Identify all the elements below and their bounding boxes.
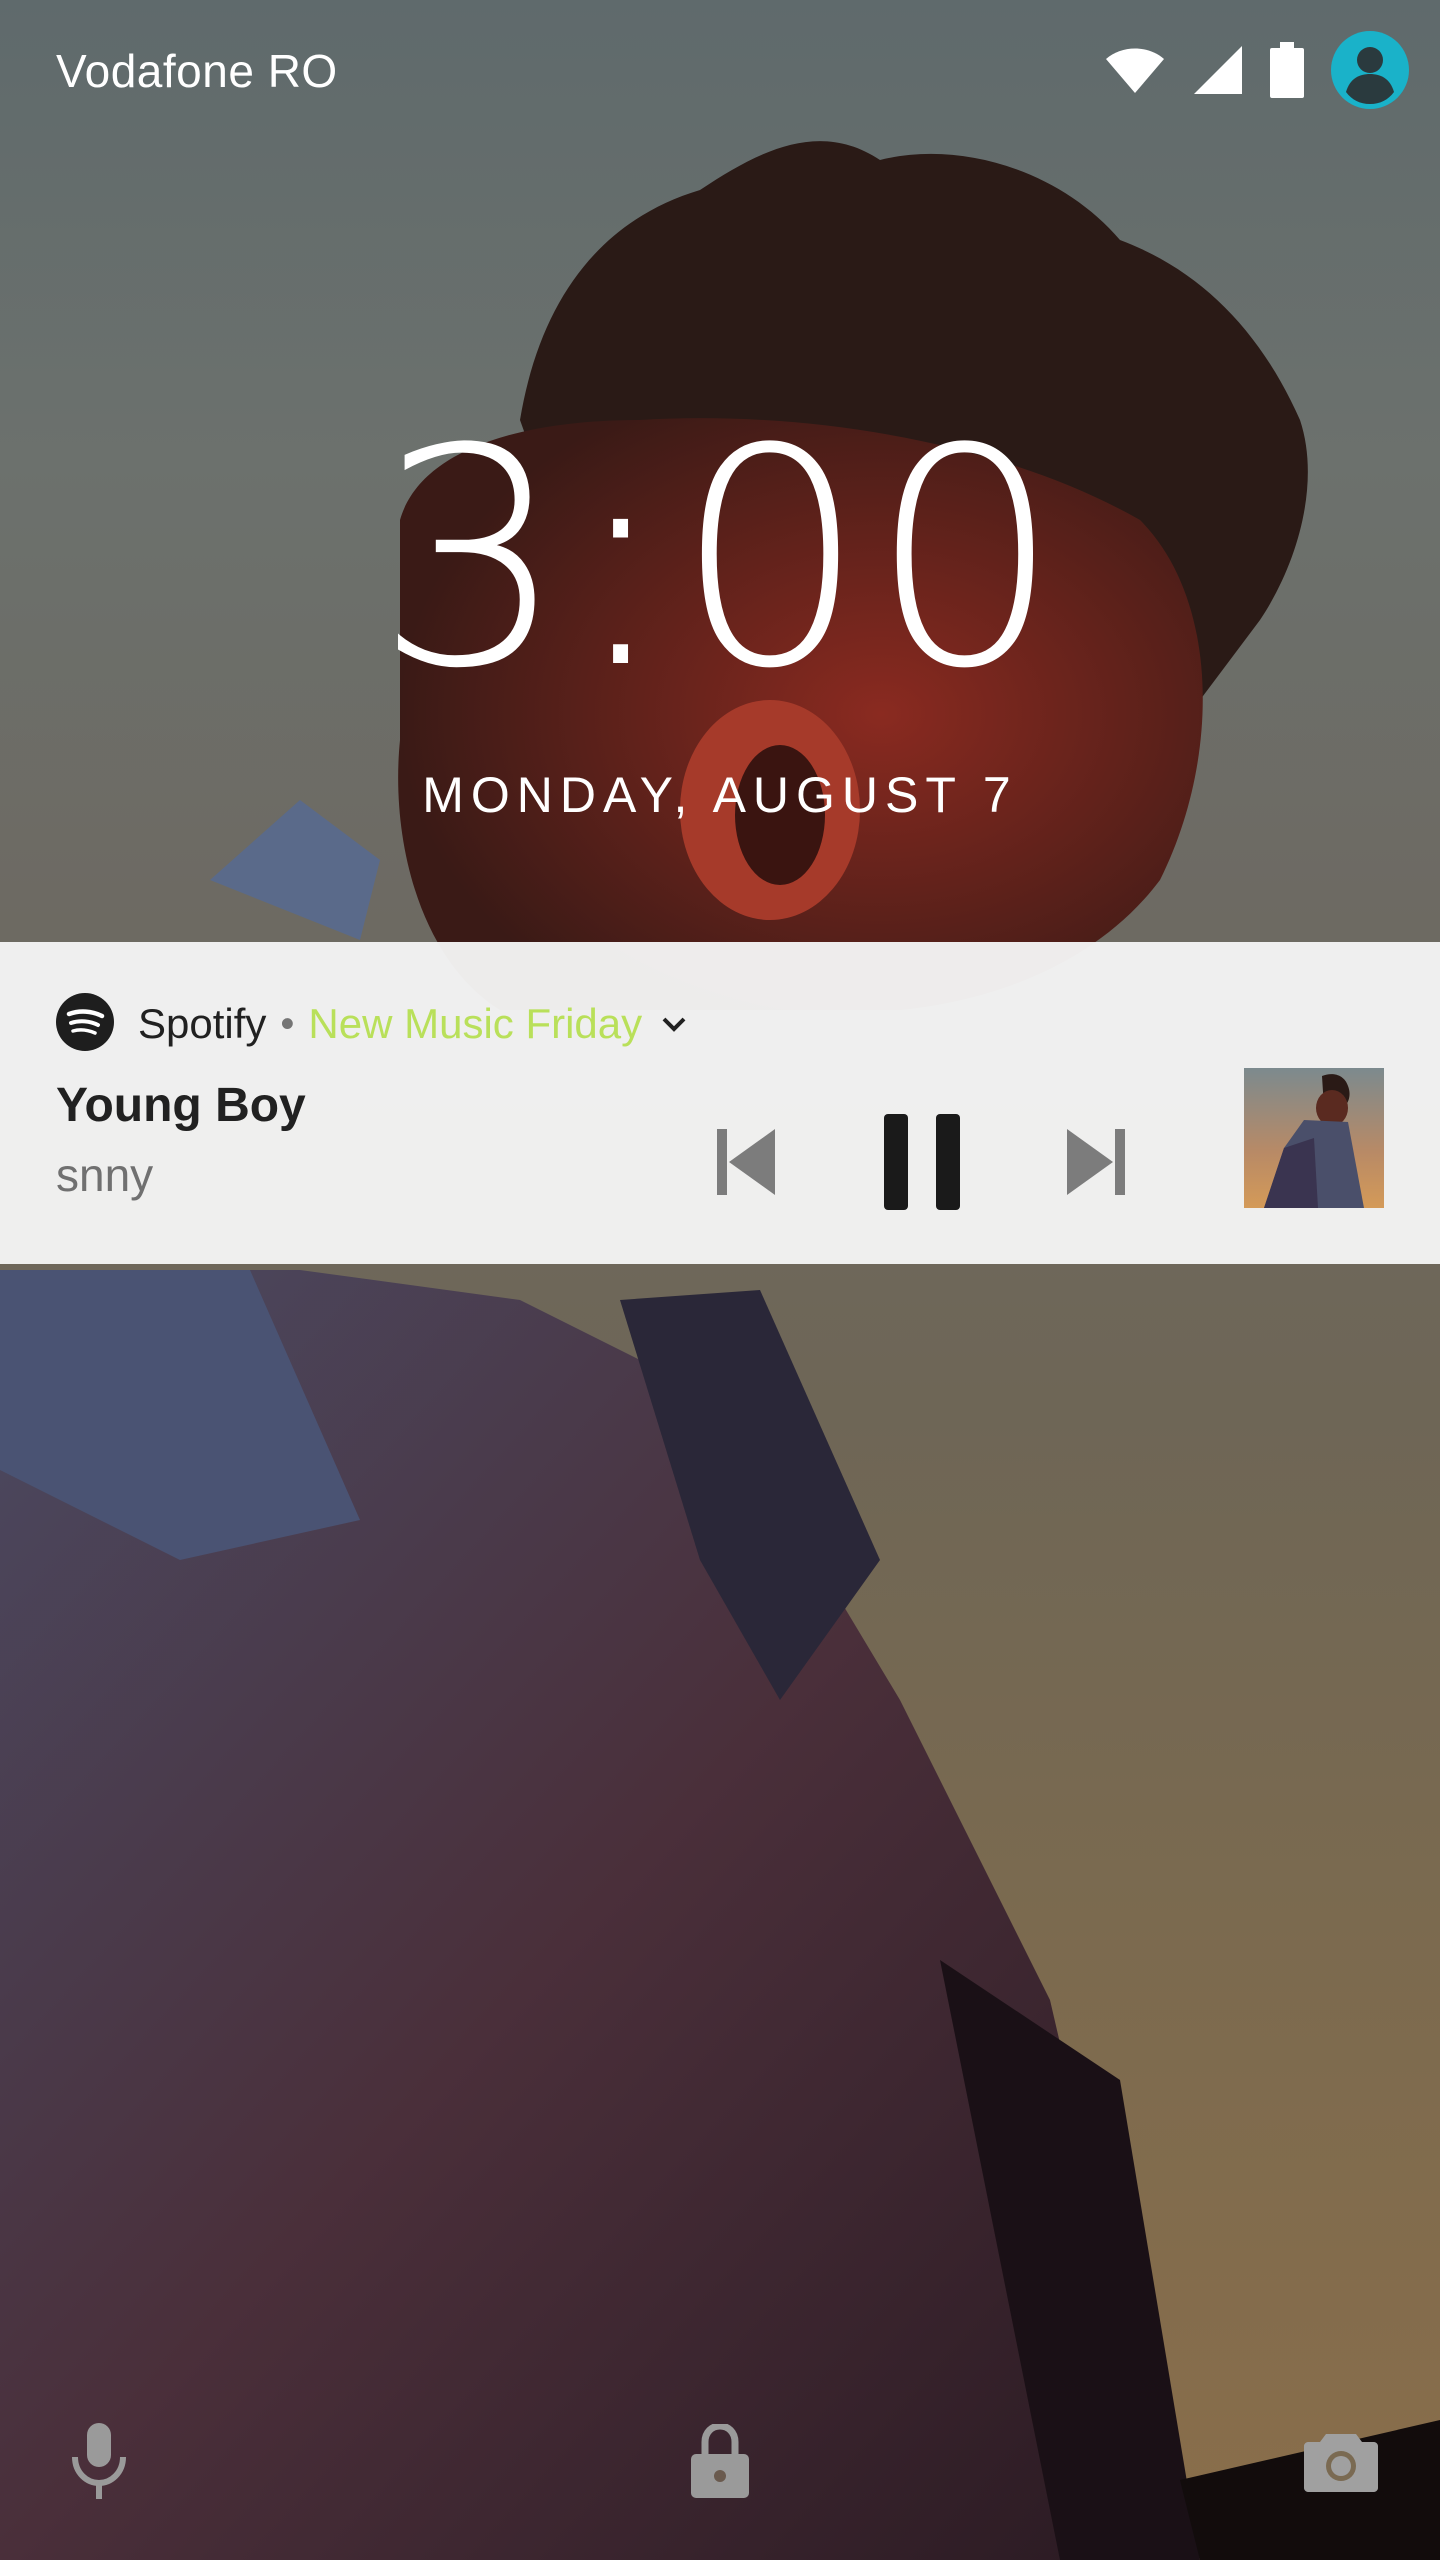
carrier-name: Vodafone RO: [56, 45, 338, 97]
pause-button[interactable]: [870, 1102, 974, 1222]
cell-signal-icon: [1192, 44, 1244, 96]
spotify-logo-icon: [56, 992, 114, 1056]
next-button[interactable]: [1056, 1122, 1136, 1202]
media-notification[interactable]: Spotify • New Music Friday Young Boy snn…: [0, 942, 1440, 1264]
lock-screen: Vodafone RO 3:00 MONDAY, AUGUST 7 Spotif…: [0, 0, 1440, 2560]
album-art[interactable]: [1244, 1068, 1384, 1208]
playlist-name: New Music Friday: [308, 1000, 643, 1047]
camera-icon: [1304, 2434, 1378, 2492]
lockscreen-date: MONDAY, AUGUST 7: [422, 767, 1018, 823]
battery-icon: [1270, 42, 1304, 98]
status-bar: Vodafone RO: [0, 0, 1440, 140]
mic-icon: [72, 2423, 126, 2499]
separator-dot: •: [280, 1001, 295, 1046]
previous-button[interactable]: [706, 1122, 786, 1202]
voice-assist-button[interactable]: [54, 2416, 144, 2506]
status-icons: [1104, 30, 1410, 110]
pause-icon: [884, 1114, 960, 1210]
track-artist: snny: [56, 1149, 154, 1201]
wallpaper: [0, 0, 1440, 2560]
track-title: Young Boy: [56, 1079, 306, 1132]
app-name: Spotify: [138, 1000, 267, 1047]
lock-icon: [691, 2424, 749, 2498]
notification-header[interactable]: Spotify • New Music Friday: [56, 992, 688, 1056]
wifi-icon: [1104, 45, 1166, 95]
album-art-image: [1244, 1068, 1384, 1208]
unlock-button[interactable]: [675, 2416, 765, 2506]
skip-next-icon: [1067, 1129, 1125, 1195]
skip-previous-icon: [717, 1129, 775, 1195]
user-avatar-icon[interactable]: [1330, 30, 1410, 110]
camera-button[interactable]: [1296, 2416, 1386, 2506]
chevron-down-icon[interactable]: [660, 1014, 688, 1034]
lockscreen-clock: 3:00: [375, 385, 1065, 734]
